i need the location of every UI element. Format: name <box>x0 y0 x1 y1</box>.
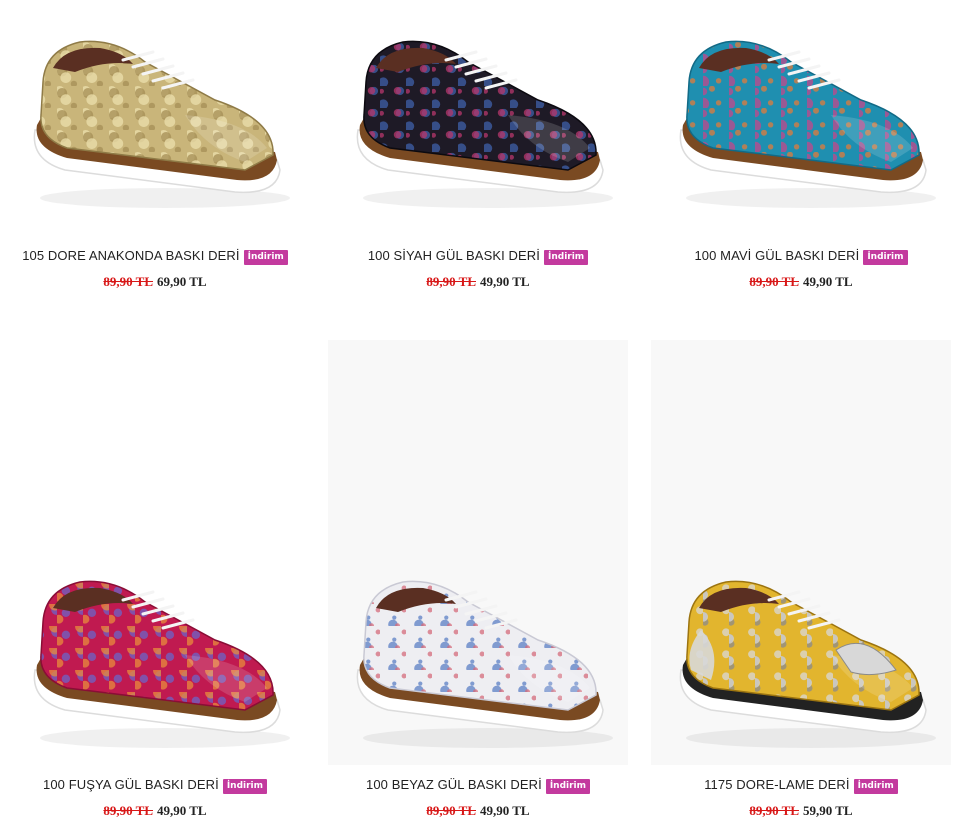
discount-badge: İndirim <box>863 250 908 265</box>
shoe-illustration <box>356 40 613 208</box>
product-title[interactable]: 100 MAVİ GÜL BASKI DERİ <box>694 248 859 263</box>
discount-badge: İndirim <box>243 250 288 265</box>
product-title[interactable]: 100 SİYAH GÜL BASKI DERİ <box>368 248 540 263</box>
product-image[interactable] <box>5 20 305 220</box>
price-row: 89,90 TL 69,90 TL <box>5 274 305 290</box>
old-price: 89,90 TL <box>103 274 153 289</box>
new-price: 49,90 TL <box>803 274 853 289</box>
discount-badge: İndirim <box>853 779 898 794</box>
shoe-illustration <box>679 580 936 748</box>
discount-badge: İndirim <box>544 250 589 265</box>
product-title-row: 100 SİYAH GÜL BASKI DERİ İndirim <box>328 247 628 265</box>
shoe-illustration <box>33 40 290 208</box>
product-title-row: 100 FUŞYA GÜL BASKI DERİ İndirim <box>5 776 305 794</box>
product-image[interactable] <box>328 20 628 220</box>
old-price: 89,90 TL <box>103 803 153 818</box>
product-title-row: 100 BEYAZ GÜL BASKI DERİ İndirim <box>328 776 628 794</box>
old-price: 89,90 TL <box>426 274 476 289</box>
product-image[interactable] <box>651 340 951 765</box>
price-row: 89,90 TL 49,90 TL <box>328 803 628 819</box>
product-image[interactable] <box>5 340 305 765</box>
new-price: 49,90 TL <box>480 803 530 818</box>
product-title[interactable]: 100 FUŞYA GÜL BASKI DERİ <box>43 777 219 792</box>
product-title[interactable]: 105 DORE ANAKONDA BASKI DERİ <box>22 248 239 263</box>
price-row: 89,90 TL 59,90 TL <box>651 803 951 819</box>
product-title-row: 1175 DORE-LAME DERİ İndirim <box>651 776 951 794</box>
shoe-illustration <box>33 580 290 748</box>
product-title-row: 105 DORE ANAKONDA BASKI DERİ İndirim <box>5 247 305 265</box>
old-price: 89,90 TL <box>749 803 799 818</box>
product-title-row: 100 MAVİ GÜL BASKI DERİ İndirim <box>651 247 951 265</box>
shoe-illustration <box>679 40 936 208</box>
product-image[interactable] <box>328 340 628 765</box>
new-price: 49,90 TL <box>480 274 530 289</box>
product-title[interactable]: 100 BEYAZ GÜL BASKI DERİ <box>366 777 542 792</box>
discount-badge: İndirim <box>545 779 590 794</box>
price-row: 89,90 TL 49,90 TL <box>5 803 305 819</box>
new-price: 69,90 TL <box>157 274 207 289</box>
new-price: 59,90 TL <box>803 803 853 818</box>
old-price: 89,90 TL <box>426 803 476 818</box>
price-row: 89,90 TL 49,90 TL <box>328 274 628 290</box>
old-price: 89,90 TL <box>749 274 799 289</box>
price-row: 89,90 TL 49,90 TL <box>651 274 951 290</box>
shoe-illustration <box>356 580 613 748</box>
product-image[interactable] <box>651 20 951 220</box>
discount-badge: İndirim <box>222 779 267 794</box>
product-title[interactable]: 1175 DORE-LAME DERİ <box>704 777 849 792</box>
new-price: 49,90 TL <box>157 803 207 818</box>
